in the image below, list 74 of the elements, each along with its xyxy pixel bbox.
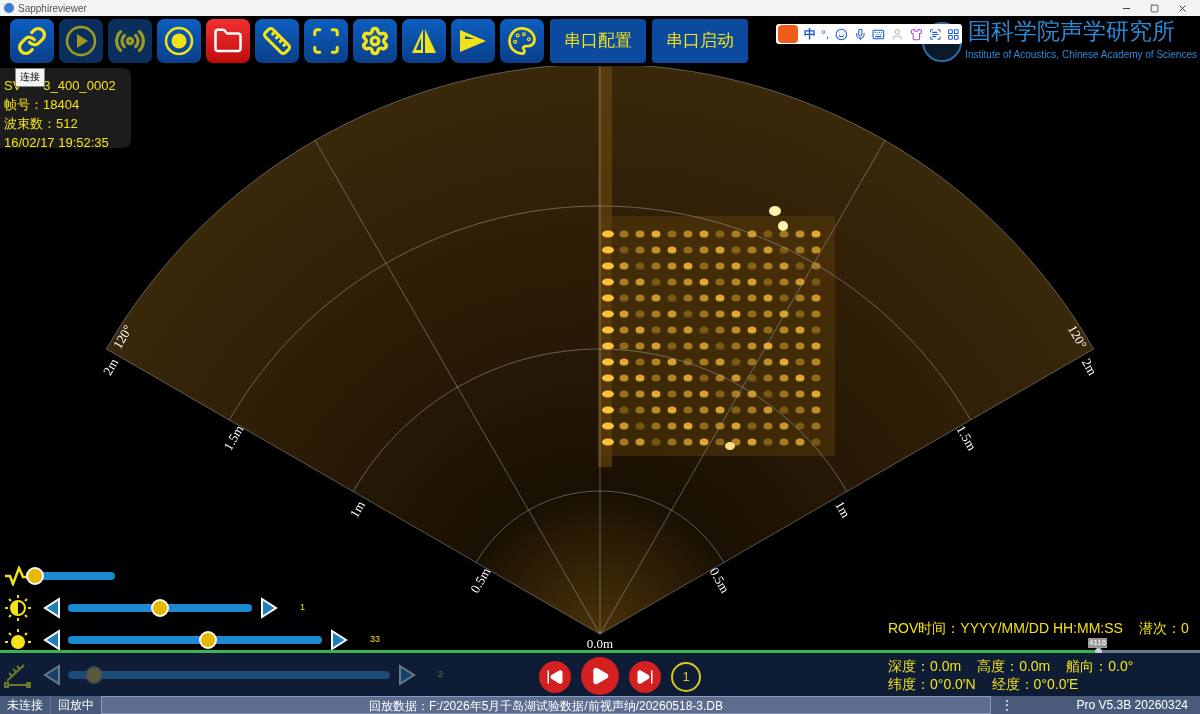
more-menu[interactable]: ⋮ <box>991 696 1023 714</box>
increase-arrow-button[interactable] <box>260 597 278 619</box>
connection-status: 未连接 <box>0 696 51 714</box>
slider-value: 2 <box>438 667 443 681</box>
next-button[interactable] <box>629 661 661 693</box>
grid-icon[interactable] <box>947 27 960 41</box>
info-line: 帧号：18404 <box>4 96 81 114</box>
range-label: 2m <box>1078 355 1101 378</box>
toolbar-button[interactable] <box>304 19 348 63</box>
toolbar-button[interactable] <box>451 19 495 63</box>
rov-reading: 深度：0.0m <box>888 657 962 675</box>
info-line: 16/02/17 19:52:35 <box>4 134 110 152</box>
app-icon <box>4 3 14 13</box>
toolbar-text-button[interactable]: 串口配置 <box>550 19 646 63</box>
mode-status: 回放中 <box>57 697 95 714</box>
range-label: 1m <box>832 498 854 521</box>
toolbar-button[interactable] <box>353 19 397 63</box>
progress-tooltip: 4116 <box>1088 638 1108 648</box>
rov-reading: 纬度：0°0.0′N <box>888 675 976 693</box>
window-title: Sapphireviewer <box>18 1 87 16</box>
toolbar-button[interactable] <box>206 19 250 63</box>
rov-reading: ROV时间：YYYY/MM/DD HH:MM:SS <box>888 619 1123 637</box>
origin-label: 0.0m <box>586 636 614 650</box>
rov-reading: 经度：0°0.0′E <box>991 675 1079 693</box>
version-label: Pro V5.3B 20260324 <box>1076 697 1189 714</box>
angle-ruler-icon <box>4 661 32 688</box>
decrease-arrow-button[interactable] <box>43 629 61 651</box>
emoji-icon[interactable] <box>835 27 848 41</box>
loop-button[interactable]: 1 <box>671 662 701 692</box>
shirt-icon[interactable] <box>909 27 923 41</box>
toolbar-button[interactable] <box>10 19 54 63</box>
play-circle-icon <box>65 25 97 57</box>
decrease-arrow-button[interactable] <box>43 597 61 619</box>
play-icon <box>590 666 610 686</box>
file-name-end: 3_400_0002 <box>43 77 116 95</box>
increase-arrow-button[interactable] <box>330 629 348 651</box>
record-icon <box>164 26 194 56</box>
info-line: 波束数：512 <box>4 115 79 133</box>
input-method-logo-icon <box>778 25 798 43</box>
link-icon <box>17 26 47 56</box>
maximize-icon[interactable] <box>1150 3 1159 13</box>
punctuation-toggle[interactable]: °, <box>821 25 830 43</box>
file-path: 回放数据：F:/2026年5月千岛湖试验数据/前视声纳/20260518-3.DB <box>368 698 724 713</box>
skip-back-icon <box>546 668 564 686</box>
toolbar-button[interactable] <box>500 19 544 63</box>
previous-button[interactable] <box>539 661 571 693</box>
scan-text-icon[interactable] <box>928 27 942 41</box>
range-label: 2m <box>99 355 122 378</box>
microphone-icon[interactable] <box>853 27 867 41</box>
toolbar-text-button[interactable]: 串口启动 <box>652 19 748 63</box>
range-label: 1m <box>346 498 368 521</box>
rov-reading: 高度：0.0m <box>977 657 1051 675</box>
expand-icon <box>311 26 341 56</box>
sun-icon <box>4 629 32 651</box>
language-toggle[interactable]: 中 <box>803 25 816 43</box>
ruler-icon <box>262 26 292 56</box>
rov-reading: 艏向：0.0° <box>1066 657 1134 675</box>
close-icon[interactable] <box>1177 2 1188 14</box>
play-button[interactable] <box>581 657 619 695</box>
toolbar-button[interactable] <box>157 19 201 63</box>
tooltip: 连接 <box>15 68 45 87</box>
rov-reading: 潜次：0 <box>1138 619 1189 637</box>
palette-icon <box>507 26 537 56</box>
skip-forward-icon <box>636 668 654 686</box>
settings-icon <box>360 26 390 56</box>
institute-subtitle: Institute of Acoustics, Chinese Academy of Sciences <box>965 50 1197 60</box>
institute-name: 国科学院声学研究所 <box>968 20 1175 43</box>
toolbar-button[interactable] <box>402 19 446 63</box>
keyboard-icon[interactable] <box>872 27 886 41</box>
contrast-icon <box>4 595 32 621</box>
slider-value: 1 <box>300 601 305 615</box>
flag-triangle-icon <box>458 27 488 55</box>
angle-label: 120° <box>1064 322 1091 352</box>
toolbar-button[interactable] <box>255 19 299 63</box>
